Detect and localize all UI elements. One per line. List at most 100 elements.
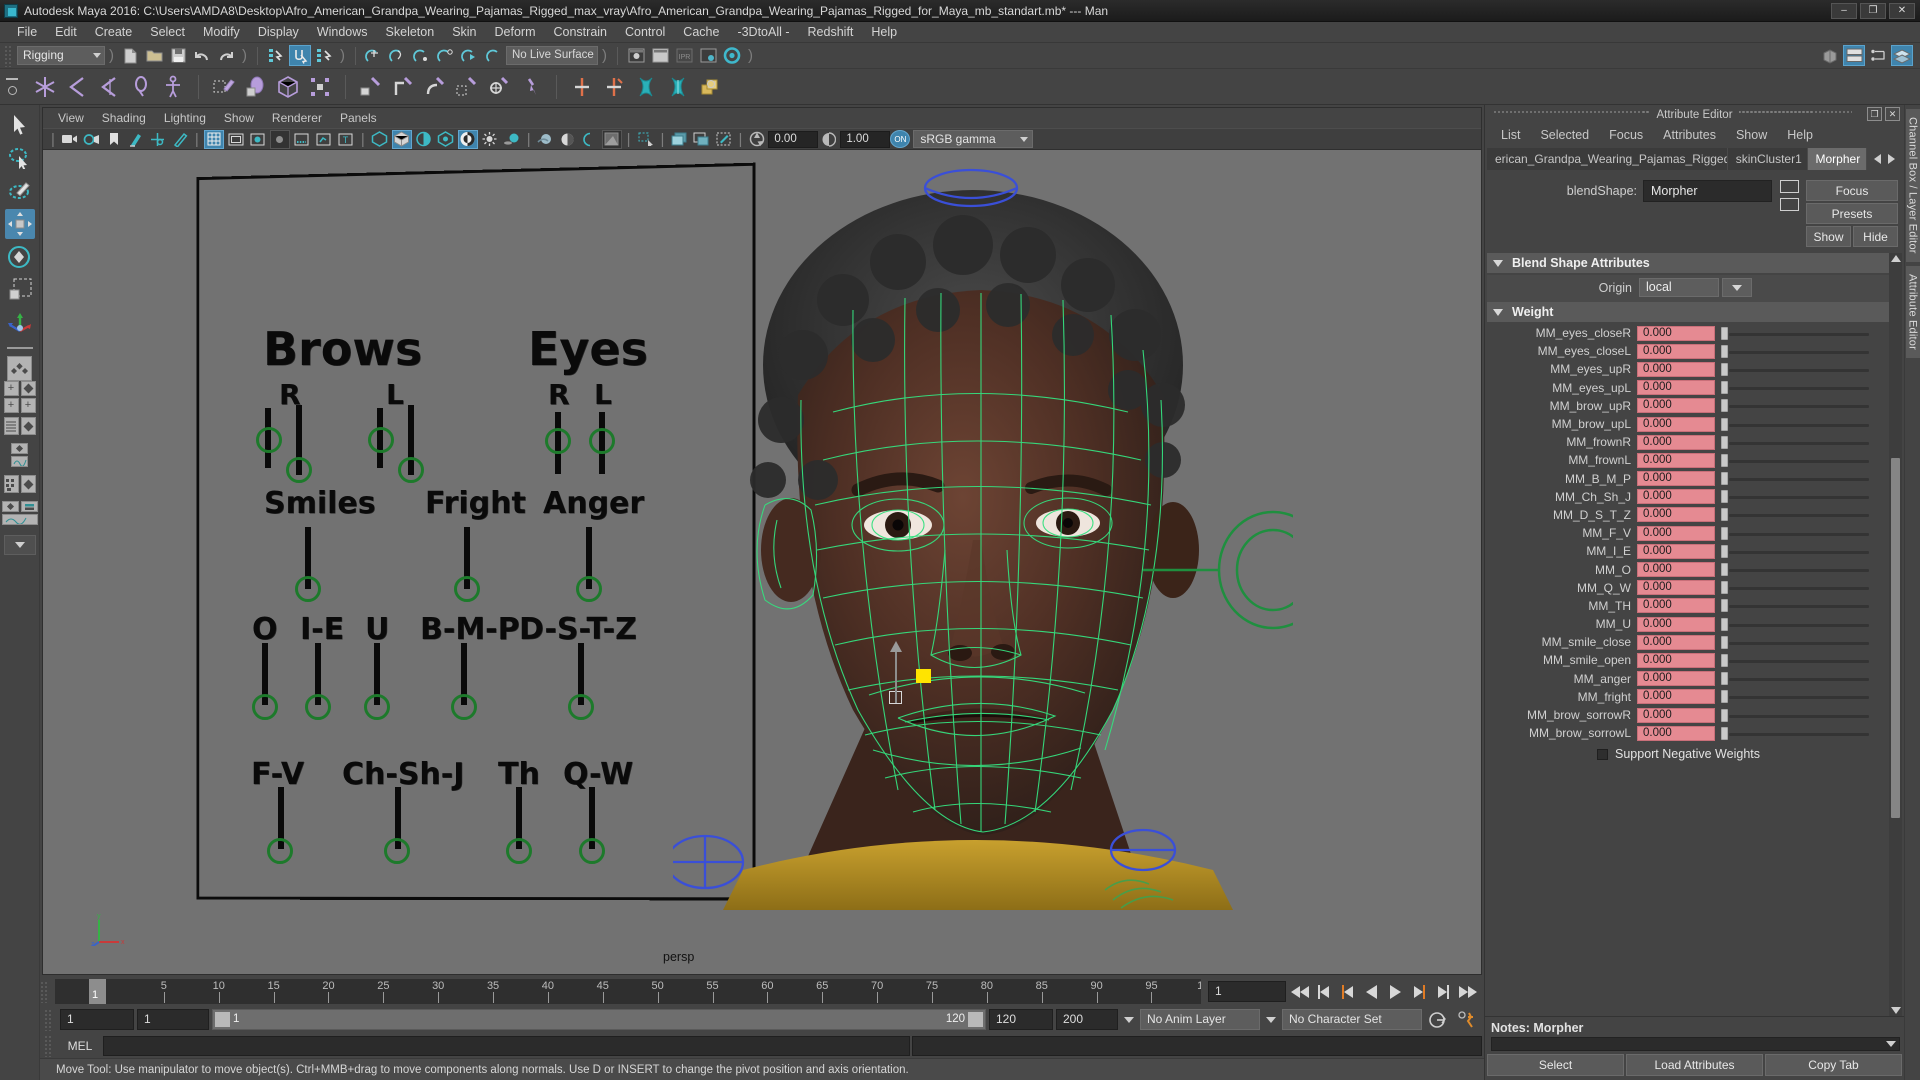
weight-value-field[interactable]: 0.000 — [1637, 543, 1715, 559]
weight-value-field[interactable]: 0.000 — [1637, 380, 1715, 396]
menu-item-deform[interactable]: Deform — [486, 22, 545, 43]
board-slider-control[interactable] — [454, 576, 480, 602]
slider-handle[interactable] — [1721, 508, 1728, 522]
animation-preferences-icon[interactable] — [1454, 1009, 1480, 1031]
save-scene-icon[interactable] — [167, 45, 189, 66]
toolbox-more-dropdown[interactable] — [3, 535, 36, 555]
multi-editor-layout-icon[interactable] — [1, 500, 38, 526]
ik-handle-icon[interactable] — [126, 72, 156, 102]
next-tab-icon[interactable] — [1888, 154, 1896, 164]
menu-item-cache[interactable]: Cache — [674, 22, 728, 43]
bind-skin-icon[interactable] — [241, 72, 271, 102]
scroll-up-icon[interactable] — [1890, 255, 1901, 262]
render-sequence-icon[interactable] — [649, 45, 671, 66]
hide-button[interactable]: Hide — [1853, 226, 1898, 247]
weight-slider[interactable] — [1718, 708, 1883, 723]
slider-handle[interactable] — [1721, 453, 1728, 467]
board-slider-control[interactable] — [568, 694, 594, 720]
shadows-toggle-icon[interactable] — [502, 130, 522, 149]
muscle-deformer-icon[interactable] — [663, 72, 693, 102]
snap-to-point-icon[interactable] — [411, 45, 433, 66]
layout-2-split-v[interactable]: + — [3, 381, 19, 396]
paint-skin-weights-icon[interactable] — [209, 72, 239, 102]
scroll-down-icon[interactable] — [1890, 1007, 1901, 1014]
viewport-menu-panels[interactable]: Panels — [331, 108, 386, 128]
step-back-frame-button[interactable] — [1339, 984, 1356, 999]
move-manipulator[interactable] — [878, 635, 918, 705]
window-controls[interactable]: – ❐ ✕ — [1831, 2, 1920, 19]
weight-slider[interactable] — [1718, 489, 1883, 504]
menu-item-skin[interactable]: Skin — [443, 22, 485, 43]
origin-dropdown-arrow[interactable] — [1722, 278, 1752, 297]
commandline-grip[interactable] — [44, 1034, 53, 1057]
color-management-toggle[interactable]: ON — [890, 130, 911, 148]
snapshot-icon[interactable] — [713, 130, 733, 149]
slider-handle[interactable] — [1721, 417, 1728, 431]
lattice-deformer-icon[interactable] — [273, 72, 303, 102]
slider-handle[interactable] — [1721, 435, 1728, 449]
undock-panel-icon[interactable]: ❐ — [1867, 107, 1882, 121]
output-connection-icon[interactable] — [1779, 198, 1799, 211]
wrap-deformer-icon[interactable] — [695, 72, 725, 102]
lighting-toggle-icon[interactable] — [480, 130, 500, 149]
section-blend-shape-attributes[interactable]: Blend Shape Attributes — [1487, 253, 1889, 273]
chevron-down-icon[interactable] — [1124, 1016, 1134, 1023]
board-slider-control[interactable] — [384, 838, 410, 864]
weight-slider[interactable] — [1718, 635, 1883, 650]
slider-handle[interactable] — [1721, 726, 1728, 740]
step-back-keyframe-button[interactable] — [1315, 984, 1332, 999]
shelf-tab-controls[interactable] — [0, 69, 24, 105]
channel-box-toggle-icon[interactable] — [1891, 45, 1913, 66]
mirror-joint-icon[interactable] — [94, 72, 124, 102]
gamma-icon[interactable] — [819, 130, 839, 149]
slider-handle[interactable] — [1721, 581, 1728, 595]
input-connection-icon[interactable] — [1779, 180, 1799, 193]
snap-to-view-plane-icon[interactable] — [459, 45, 481, 66]
weight-slider[interactable] — [1718, 671, 1883, 686]
snap-to-curve-icon[interactable] — [387, 45, 409, 66]
weight-value-field[interactable]: 0.000 — [1637, 598, 1715, 614]
weight-slider[interactable] — [1718, 435, 1883, 450]
make-live-icon[interactable] — [483, 45, 505, 66]
ae-tab-erican-grandpa-wearing-pajamas-rigged[interactable]: erican_Grandpa_Wearing_Pajamas_Rigged — [1487, 148, 1728, 170]
weight-slider[interactable] — [1718, 398, 1883, 413]
select-object-icon[interactable] — [289, 45, 311, 66]
attribute-scrollbar[interactable] — [1889, 253, 1902, 1016]
notes-input[interactable] — [1491, 1037, 1900, 1051]
grease-pencil-icon[interactable] — [170, 130, 190, 149]
weight-value-field[interactable]: 0.000 — [1637, 580, 1715, 596]
weight-slider[interactable] — [1718, 598, 1883, 613]
select-tool-icon[interactable] — [5, 110, 35, 140]
board-slider-control[interactable] — [364, 694, 390, 720]
slider-handle[interactable] — [1721, 544, 1728, 558]
two-pane-layout-icon[interactable]: + + + — [3, 381, 36, 413]
slider-handle[interactable] — [1721, 344, 1728, 358]
weight-value-field[interactable]: 0.000 — [1637, 452, 1715, 468]
redo-icon[interactable] — [215, 45, 237, 66]
slider-handle[interactable] — [1721, 708, 1728, 722]
vtab-channel-box-layer-editor[interactable]: Channel Box / Layer Editor — [1905, 109, 1920, 262]
paint-select-tool-icon[interactable] — [5, 176, 35, 206]
ae-menu-list[interactable]: List — [1491, 124, 1530, 146]
support-negative-weights-row[interactable]: Support Negative Weights — [1487, 742, 1889, 764]
orient-constraint-icon[interactable] — [420, 72, 450, 102]
single-perspective-layout-icon[interactable] — [4, 355, 36, 381]
board-slider-control[interactable] — [295, 576, 321, 602]
weight-slider[interactable] — [1718, 453, 1883, 468]
weight-value-field[interactable]: 0.000 — [1637, 416, 1715, 432]
blendshape-name-field[interactable]: Morpher — [1643, 180, 1772, 202]
vtab-attribute-editor[interactable]: Attribute Editor — [1905, 265, 1920, 358]
ae-tab-morpher[interactable]: Morpher — [1807, 148, 1868, 170]
board-slider-control[interactable] — [256, 427, 282, 453]
slider-handle[interactable] — [1721, 472, 1728, 486]
slider-handle[interactable] — [1721, 617, 1728, 631]
range-right-handle[interactable] — [968, 1012, 983, 1027]
slider-handle[interactable] — [1721, 635, 1728, 649]
viewport-menu-view[interactable]: View — [49, 108, 93, 128]
layout-hypershade[interactable] — [3, 475, 19, 493]
step-forward-frame-button[interactable] — [1411, 984, 1428, 999]
go-to-end-button[interactable] — [1458, 984, 1477, 999]
shelf-options-icon[interactable] — [7, 86, 17, 95]
layout-graph-editor[interactable] — [11, 456, 28, 467]
render-view-icon[interactable] — [721, 45, 743, 66]
